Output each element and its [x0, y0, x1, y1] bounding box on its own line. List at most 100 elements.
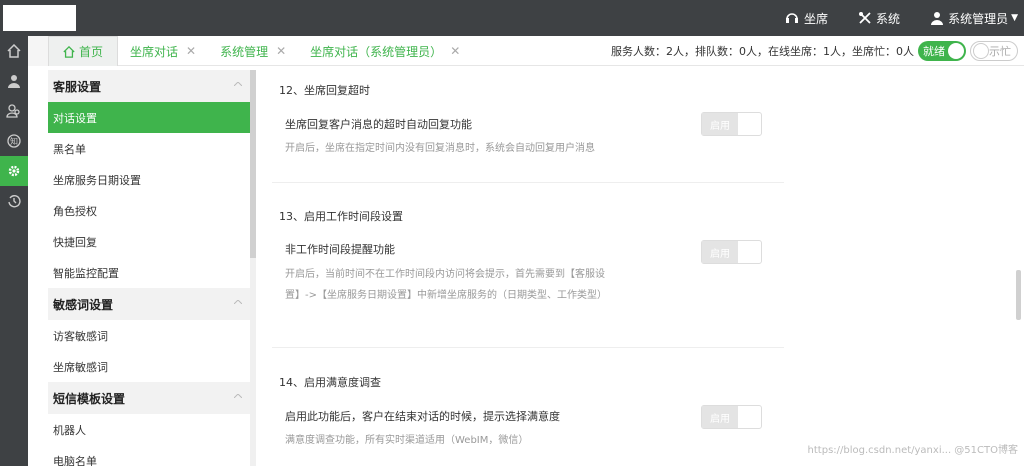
nav-system[interactable]: 系统: [858, 10, 900, 27]
divider: [272, 347, 784, 348]
tab-label: 坐席对话（系统管理员）: [310, 44, 443, 59]
sidebar-item-service-date[interactable]: 坐席服务日期设置: [48, 164, 250, 195]
history-icon: [8, 195, 21, 208]
settings-icon: [8, 165, 20, 177]
sidebar-item-label: 电脑名单: [53, 454, 97, 466]
sidebar-item-label: 坐席服务日期设置: [53, 173, 141, 187]
sidebar-item-robot[interactable]: 机器人: [48, 414, 250, 445]
tab-label: 坐席对话: [130, 44, 179, 59]
sidebar-item-label: 角色授权: [53, 204, 97, 218]
section-work-hours: 13、启用工作时间段设置 非工作时间段提醒功能 启用 开启后，当前时间不在工作时…: [272, 185, 784, 350]
rail-history[interactable]: [0, 186, 28, 216]
tab-seat-chat[interactable]: 坐席对话 ✕: [118, 36, 208, 66]
section-title: 14、启用满意度调查: [279, 376, 381, 389]
sidebar-item-label: 机器人: [53, 423, 86, 437]
top-nav: 坐席 系统 系统管理员 ▼: [784, 0, 1024, 36]
section-satisfaction: 14、启用满意度调查 启用此功能后，客户在结束对话的时候，提示选择满意度 启用 …: [272, 350, 784, 466]
tab-label: 系统管理: [220, 44, 269, 59]
content-scrollbar-thumb[interactable]: [1016, 270, 1021, 320]
rail-knowledge[interactable]: 知: [0, 126, 28, 156]
tab-bar-spacer: [28, 36, 48, 66]
svg-text:知: 知: [10, 136, 18, 146]
sidebar-scrollbar[interactable]: [250, 70, 256, 466]
sidebar-item-label: 智能监控配置: [53, 266, 119, 280]
tab-home[interactable]: 首页: [48, 36, 119, 66]
tabs: 首页 坐席对话 ✕ 系统管理 ✕ 坐席对话（系统管理员） ✕: [48, 36, 472, 66]
switch-label: 启用: [702, 241, 738, 263]
service-summary: 服务人数：2人，排队数：0人，在线坐席：1人，坐席忙：0人: [611, 45, 914, 58]
home-icon: [7, 44, 21, 58]
sidebar-group-sensitive[interactable]: 敏感词设置: [48, 288, 250, 320]
sidebar-item-blacklist[interactable]: 黑名单: [48, 133, 250, 164]
switch-label: 启用: [702, 113, 738, 135]
section-title: 13、启用工作时间段设置: [279, 210, 403, 223]
sidebar-item-quick-reply[interactable]: 快捷回复: [48, 226, 250, 257]
feature-label: 坐席回复客户消息的超时自动回复功能: [285, 118, 472, 131]
close-icon[interactable]: ✕: [276, 44, 286, 58]
busy-toggle[interactable]: 示忙: [970, 41, 1018, 61]
feature-label: 非工作时间段提醒功能: [285, 243, 395, 256]
watermark: https://blog.csdn.net/yanxi... @51CTO博客: [807, 445, 1018, 456]
settings-content: 12、坐席回复超时 坐席回复客户消息的超时自动回复功能 启用 开启后，坐席在指定…: [262, 70, 1024, 466]
nav-user-label: 系统管理员: [948, 11, 1009, 26]
sidebar-item-label: 黑名单: [53, 142, 86, 156]
busy-label: 示忙: [989, 45, 1011, 58]
person-icon: [8, 75, 20, 88]
group-title: 敏感词设置: [53, 297, 114, 312]
sidebar-item-label: 坐席敏感词: [53, 360, 108, 374]
group-title: 客服设置: [53, 79, 102, 94]
nav-user-menu[interactable]: 系统管理员 ▼: [930, 10, 1018, 27]
sidebar-item-visitor-words[interactable]: 访客敏感词: [48, 320, 250, 351]
section-title: 12、坐席回复超时: [279, 84, 370, 97]
nav-system-label: 系统: [876, 11, 901, 26]
knowledge-icon: 知: [7, 134, 21, 148]
rail-settings[interactable]: [0, 156, 28, 186]
close-icon[interactable]: ✕: [186, 44, 196, 58]
sidebar-item-label: 对话设置: [53, 111, 97, 125]
rail-people[interactable]: [0, 96, 28, 126]
enable-switch[interactable]: 启用: [701, 405, 762, 429]
logo: [3, 5, 76, 31]
status-area: 服务人数：2人，排队数：0人，在线坐席：1人，坐席忙：0人 就绪 示忙: [611, 40, 1018, 62]
enable-switch[interactable]: 启用: [701, 112, 762, 136]
section-reply-timeout: 12、坐席回复超时 坐席回复客户消息的超时自动回复功能 启用 开启后，坐席在指定…: [272, 70, 784, 185]
sidebar-group-sms[interactable]: 短信模板设置: [48, 382, 250, 414]
sidebar-item-pc-list[interactable]: 电脑名单: [48, 445, 250, 466]
rail-person[interactable]: [0, 66, 28, 96]
close-icon[interactable]: ✕: [450, 44, 460, 58]
sidebar-group-service[interactable]: 客服设置: [48, 70, 250, 102]
sidebar-item-label: 快捷回复: [53, 235, 97, 249]
people-icon: [6, 104, 20, 118]
enable-switch[interactable]: 启用: [701, 240, 762, 264]
sidebar-item-smart-monitor[interactable]: 智能监控配置: [48, 257, 250, 288]
headset-icon: [786, 13, 799, 23]
nav-seat[interactable]: 坐席: [784, 10, 828, 27]
nav-seat-label: 坐席: [804, 11, 829, 26]
tab-bar: 首页 坐席对话 ✕ 系统管理 ✕ 坐席对话（系统管理员） ✕ 服务人数：2人，排…: [28, 36, 1024, 66]
sidebar-item-role-auth[interactable]: 角色授权: [48, 195, 250, 226]
sidebar-item-seat-words[interactable]: 坐席敏感词: [48, 351, 250, 382]
scrollbar-thumb[interactable]: [250, 70, 256, 258]
divider: [272, 182, 784, 183]
toggle-knob: [973, 43, 989, 59]
feature-label: 启用此功能后，客户在结束对话的时候，提示选择满意度: [285, 410, 560, 423]
caret-down-icon: ▼: [1011, 13, 1018, 23]
group-title: 短信模板设置: [53, 391, 126, 406]
sidebar-item-label: 访客敏感词: [53, 329, 108, 343]
switch-label: 启用: [702, 406, 738, 428]
settings-sidebar: 客服设置 对话设置 黑名单 坐席服务日期设置 角色授权 快捷回复 智能监控配置 …: [48, 70, 250, 466]
tools-icon: [859, 12, 871, 24]
rail-home[interactable]: [0, 36, 28, 66]
sidebar-item-chat-settings[interactable]: 对话设置: [48, 102, 250, 133]
left-rail: 知: [0, 36, 28, 466]
home-icon: [63, 45, 75, 58]
tab-system-manage[interactable]: 系统管理 ✕: [208, 36, 298, 66]
chevron-up-icon: [234, 300, 242, 304]
tab-seat-chat-admin[interactable]: 坐席对话（系统管理员） ✕: [298, 36, 472, 66]
chevron-up-icon: [234, 82, 242, 86]
ready-label: 就绪: [923, 45, 945, 58]
feature-description: 开启后，坐席在指定时间内没有回复消息时，系统会自动回复用户消息: [285, 143, 595, 154]
chevron-up-icon: [234, 394, 242, 398]
ready-toggle[interactable]: 就绪: [918, 41, 966, 61]
top-bar: 坐席 系统 系统管理员 ▼: [0, 0, 1024, 36]
